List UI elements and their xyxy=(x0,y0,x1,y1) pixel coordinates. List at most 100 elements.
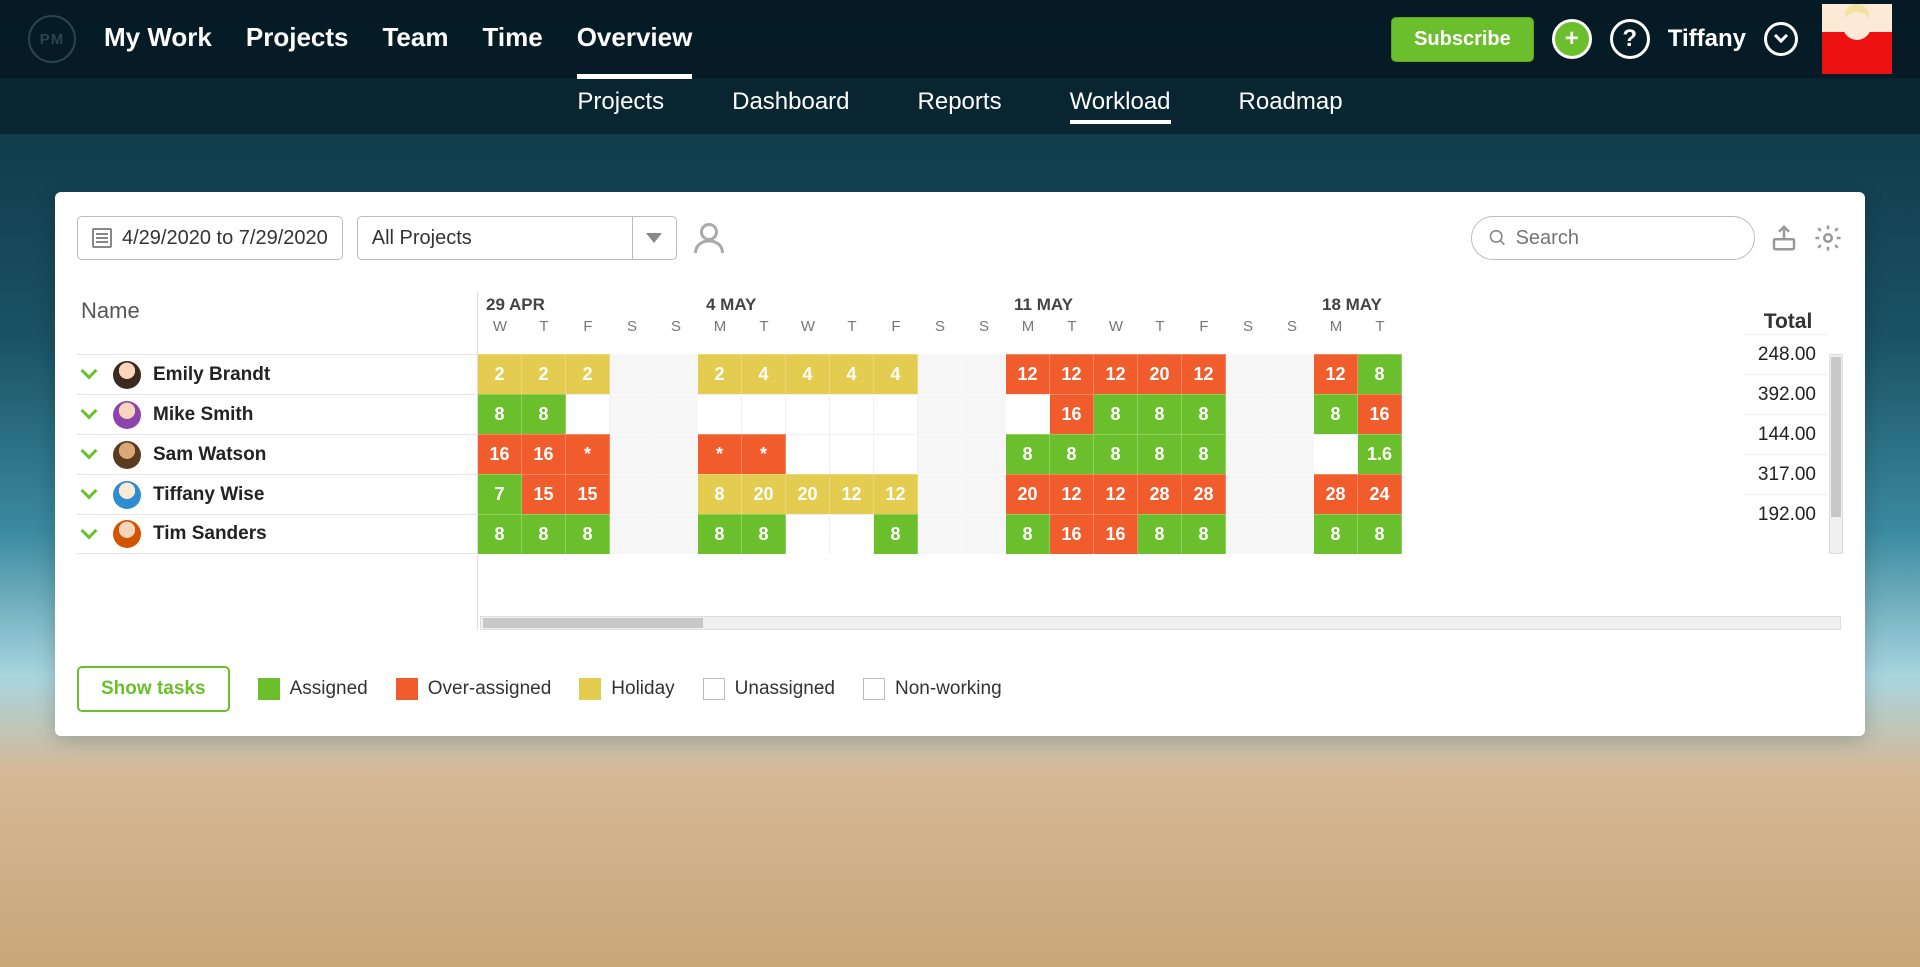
expand-toggle[interactable] xyxy=(83,363,101,386)
workload-cell[interactable]: 8 xyxy=(478,514,522,554)
topnav-item-overview[interactable]: Overview xyxy=(577,0,693,79)
search-input-wrapper[interactable] xyxy=(1471,216,1755,260)
workload-cell[interactable]: 12 xyxy=(1006,354,1050,394)
workload-cell[interactable]: 8 xyxy=(698,514,742,554)
topnav-item-team[interactable]: Team xyxy=(382,0,448,79)
workload-cell[interactable]: 8 xyxy=(1138,394,1182,434)
workload-cell[interactable]: 16 xyxy=(522,434,566,474)
workload-cell[interactable]: 8 xyxy=(1182,434,1226,474)
expand-toggle[interactable] xyxy=(83,523,101,546)
workload-cell[interactable]: 4 xyxy=(830,354,874,394)
add-button[interactable]: + xyxy=(1552,19,1592,59)
workload-cell[interactable]: 20 xyxy=(1138,354,1182,394)
workload-cell[interactable]: 8 xyxy=(478,394,522,434)
workload-cell[interactable]: 2 xyxy=(698,354,742,394)
subnav-item-reports[interactable]: Reports xyxy=(918,88,1002,124)
workload-cell xyxy=(918,474,962,514)
person-filter-button[interactable] xyxy=(691,220,727,256)
workload-cell[interactable]: 16 xyxy=(1358,394,1402,434)
workload-cell[interactable]: 4 xyxy=(874,354,918,394)
workload-cell[interactable]: 8 xyxy=(1314,514,1358,554)
workload-cell[interactable]: 24 xyxy=(1358,474,1402,514)
search-input[interactable] xyxy=(1516,227,1738,250)
workload-cell[interactable]: 8 xyxy=(1094,434,1138,474)
topbar-right: Subscribe + ? Tiffany xyxy=(1391,4,1892,74)
subnav-item-dashboard[interactable]: Dashboard xyxy=(732,88,849,124)
workload-cell[interactable]: 2 xyxy=(566,354,610,394)
workload-cell[interactable]: 16 xyxy=(478,434,522,474)
workload-cell[interactable]: * xyxy=(566,434,610,474)
topnav-item-time[interactable]: Time xyxy=(482,0,542,79)
workload-cell[interactable]: 8 xyxy=(1358,514,1402,554)
workload-cell[interactable]: 12 xyxy=(874,474,918,514)
horizontal-scrollbar[interactable] xyxy=(480,616,1841,630)
workload-cell[interactable]: 8 xyxy=(522,394,566,434)
workload-cell xyxy=(1226,434,1270,474)
vertical-scrollbar[interactable] xyxy=(1829,354,1843,554)
workload-cell[interactable]: 8 xyxy=(522,514,566,554)
subnav-item-projects[interactable]: Projects xyxy=(577,88,664,124)
workload-cell[interactable]: 4 xyxy=(742,354,786,394)
user-menu-toggle[interactable] xyxy=(1764,22,1798,56)
help-button[interactable]: ? xyxy=(1610,19,1650,59)
workload-cell[interactable]: 8 xyxy=(1006,434,1050,474)
topnav-item-my-work[interactable]: My Work xyxy=(104,0,212,79)
avatar[interactable] xyxy=(1822,4,1892,74)
workload-cell[interactable]: 28 xyxy=(1138,474,1182,514)
workload-cell[interactable]: 8 xyxy=(698,474,742,514)
workload-cell[interactable]: 2 xyxy=(478,354,522,394)
workload-cell[interactable]: 16 xyxy=(1050,394,1094,434)
workload-cell[interactable]: 8 xyxy=(1182,514,1226,554)
project-filter[interactable]: All Projects xyxy=(357,216,677,260)
workload-cell[interactable]: 8 xyxy=(1138,514,1182,554)
export-button[interactable] xyxy=(1769,223,1799,253)
workload-cell[interactable]: 1.6 xyxy=(1358,434,1402,474)
workload-cell[interactable]: 12 xyxy=(830,474,874,514)
expand-toggle[interactable] xyxy=(83,443,101,466)
workload-cell[interactable]: 2 xyxy=(522,354,566,394)
workload-cell[interactable]: 8 xyxy=(1138,434,1182,474)
workload-cell[interactable]: 16 xyxy=(1050,514,1094,554)
workload-cell[interactable]: 12 xyxy=(1094,474,1138,514)
workload-cell[interactable]: 28 xyxy=(1314,474,1358,514)
workload-cell[interactable]: 15 xyxy=(522,474,566,514)
expand-toggle[interactable] xyxy=(83,483,101,506)
workload-cell[interactable]: 8 xyxy=(1050,434,1094,474)
workload-cell[interactable]: 12 xyxy=(1314,354,1358,394)
workload-cell[interactable]: 15 xyxy=(566,474,610,514)
workload-cell[interactable]: 16 xyxy=(1094,514,1138,554)
workload-cell[interactable]: 12 xyxy=(1050,474,1094,514)
workload-cell[interactable]: 8 xyxy=(874,514,918,554)
workload-cell xyxy=(830,434,874,474)
expand-toggle[interactable] xyxy=(83,403,101,426)
workload-cell[interactable]: * xyxy=(698,434,742,474)
day-label: F xyxy=(874,318,918,335)
topbar: PM My Work Projects Team Time Overview Subsc… xyxy=(0,0,1920,78)
settings-button[interactable] xyxy=(1813,223,1843,253)
workload-cell[interactable]: 12 xyxy=(1050,354,1094,394)
workload-cell[interactable]: 28 xyxy=(1182,474,1226,514)
workload-cell[interactable]: 12 xyxy=(1182,354,1226,394)
workload-cell[interactable]: 20 xyxy=(1006,474,1050,514)
workload-cell[interactable]: 8 xyxy=(1182,394,1226,434)
workload-cell[interactable]: * xyxy=(742,434,786,474)
subnav-item-workload[interactable]: Workload xyxy=(1070,88,1171,124)
workload-cell[interactable]: 12 xyxy=(1094,354,1138,394)
show-tasks-button[interactable]: Show tasks xyxy=(77,666,230,712)
workload-cell[interactable]: 8 xyxy=(742,514,786,554)
subscribe-button[interactable]: Subscribe xyxy=(1391,17,1534,62)
workload-cell[interactable]: 7 xyxy=(478,474,522,514)
workload-cell xyxy=(918,434,962,474)
subnav-item-roadmap[interactable]: Roadmap xyxy=(1239,88,1343,124)
date-range-picker[interactable]: 4/29/2020 to 7/29/2020 xyxy=(77,216,343,260)
workload-cell[interactable]: 20 xyxy=(742,474,786,514)
workload-cell[interactable]: 20 xyxy=(786,474,830,514)
workload-cell[interactable]: 4 xyxy=(786,354,830,394)
workload-cell[interactable]: 8 xyxy=(1006,514,1050,554)
workload-cell[interactable]: 8 xyxy=(1358,354,1402,394)
workload-cell[interactable]: 8 xyxy=(1314,394,1358,434)
workload-cell[interactable]: 8 xyxy=(566,514,610,554)
logo[interactable]: PM xyxy=(28,15,76,63)
topnav-item-projects[interactable]: Projects xyxy=(246,0,349,79)
workload-cell[interactable]: 8 xyxy=(1094,394,1138,434)
